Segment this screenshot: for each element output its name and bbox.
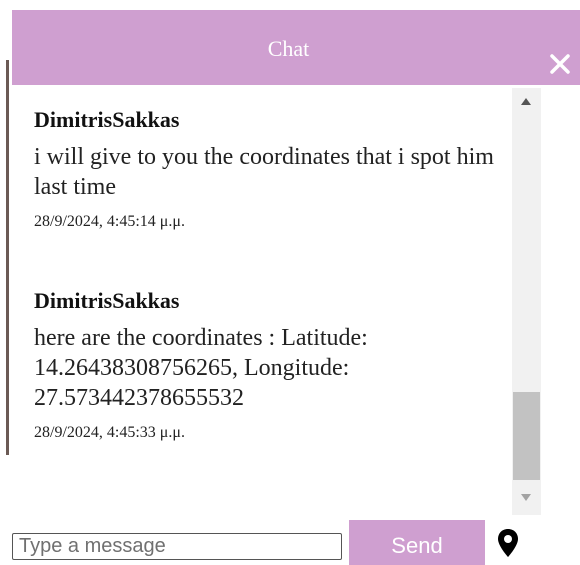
message-input[interactable] [12, 533, 342, 560]
background-edge-strip [6, 60, 9, 455]
message-list: DimitrisSakkas i will give to you the co… [12, 85, 524, 515]
message-item: DimitrisSakkas here are the coordinates … [34, 287, 504, 443]
message-timestamp: 28/9/2024, 4:45:14 μ.μ. [34, 213, 185, 230]
chat-title: Chat [267, 36, 310, 61]
scroll-up-arrow-icon[interactable] [521, 98, 531, 105]
scrollbar[interactable] [512, 88, 541, 515]
message-sender: DimitrisSakkas [34, 107, 180, 132]
share-location-button[interactable] [496, 528, 520, 558]
message-composer: Send [12, 508, 580, 565]
message-text: here are the coordinates : Latitude: 14.… [34, 325, 368, 411]
message-sender: DimitrisSakkas [34, 288, 180, 313]
close-button[interactable] [542, 46, 578, 82]
scrollbar-thumb[interactable] [513, 392, 540, 480]
send-button[interactable]: Send [349, 520, 485, 565]
chat-window: Chat DimitrisSakkas i will give to you t… [12, 10, 580, 565]
scroll-down-arrow-icon[interactable] [521, 494, 531, 501]
close-icon [550, 54, 570, 74]
message-item: DimitrisSakkas i will give to you the co… [34, 106, 504, 232]
message-text: i will give to you the coordinates that … [34, 144, 494, 200]
chat-header: Chat [12, 10, 580, 85]
location-pin-icon [498, 529, 518, 557]
message-timestamp: 28/9/2024, 4:45:33 μ.μ. [34, 424, 185, 441]
